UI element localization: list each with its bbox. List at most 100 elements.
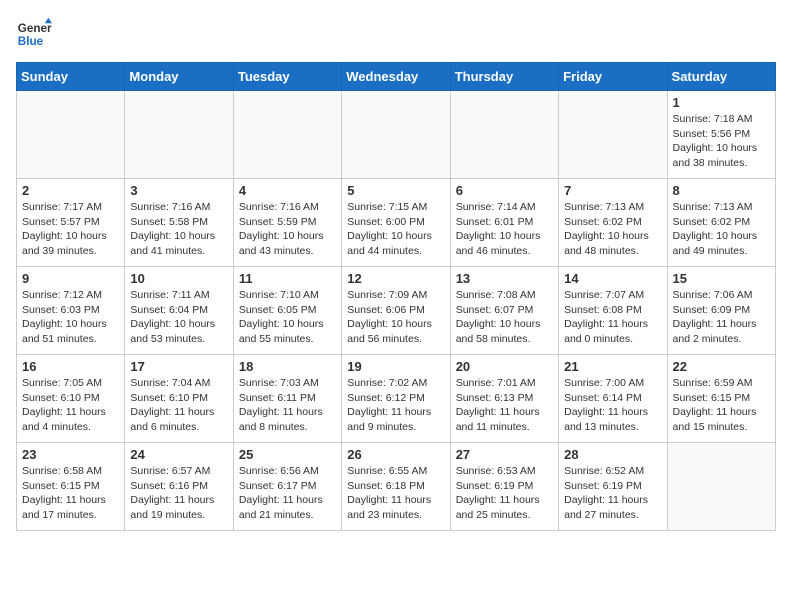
calendar-cell: 10 Sunrise: 7:11 AM Sunset: 6:04 PM Dayli… — [125, 267, 233, 355]
calendar-cell: 8 Sunrise: 7:13 AM Sunset: 6:02 PM Daylig… — [667, 179, 775, 267]
calendar-cell — [667, 443, 775, 531]
calendar-cell: 12 Sunrise: 7:09 AM Sunset: 6:06 PM Dayli… — [342, 267, 450, 355]
day-number: 14 — [564, 271, 661, 286]
day-info: Sunrise: 6:58 AM Sunset: 6:15 PM Dayligh… — [22, 464, 119, 523]
day-number: 13 — [456, 271, 553, 286]
weekday-header-tuesday: Tuesday — [233, 63, 341, 91]
logo-icon: General Blue — [16, 16, 52, 52]
svg-text:General: General — [18, 22, 52, 35]
calendar-cell: 28Sunrise: 6:52 AM Sunset: 6:19 PM Dayli… — [559, 443, 667, 531]
day-info: Sunrise: 6:55 AM Sunset: 6:18 PM Dayligh… — [347, 464, 444, 523]
header: General Blue — [16, 16, 776, 52]
calendar-cell: 1Sunrise: 7:18 AM Sunset: 5:56 PM Daylig… — [667, 91, 775, 179]
calendar-cell: 18 Sunrise: 7:03 AM Sunset: 6:11 PM Dayli… — [233, 355, 341, 443]
day-info: Sunrise: 7:00 AM Sunset: 6:14 PM Dayligh… — [564, 376, 661, 435]
day-info: Sunrise: 7:10 AM Sunset: 6:05 PM Dayligh… — [239, 288, 336, 347]
day-info: Sunrise: 7:05 AM Sunset: 6:10 PM Dayligh… — [22, 376, 119, 435]
day-number: 5 — [347, 183, 444, 198]
day-info: Sunrise: 6:57 AM Sunset: 6:16 PM Dayligh… — [130, 464, 227, 523]
day-number: 28 — [564, 447, 661, 462]
calendar-cell: 26 Sunrise: 6:55 AM Sunset: 6:18 PM Dayli… — [342, 443, 450, 531]
day-number: 24 — [130, 447, 227, 462]
day-number: 21 — [564, 359, 661, 374]
calendar-cell: 13 Sunrise: 7:08 AM Sunset: 6:07 PM Dayli… — [450, 267, 558, 355]
week-row-5: 23 Sunrise: 6:58 AM Sunset: 6:15 PM Dayli… — [17, 443, 776, 531]
day-number: 19 — [347, 359, 444, 374]
day-info: Sunrise: 7:16 AM Sunset: 5:58 PM Dayligh… — [130, 200, 227, 259]
day-number: 26 — [347, 447, 444, 462]
calendar-cell: 2 Sunrise: 7:17 AM Sunset: 5:57 PM Daylig… — [17, 179, 125, 267]
day-number: 10 — [130, 271, 227, 286]
calendar-cell — [342, 91, 450, 179]
weekday-header-wednesday: Wednesday — [342, 63, 450, 91]
weekday-header-row: SundayMondayTuesdayWednesdayThursdayFrid… — [17, 63, 776, 91]
day-info: Sunrise: 7:02 AM Sunset: 6:12 PM Dayligh… — [347, 376, 444, 435]
calendar-cell: 9 Sunrise: 7:12 AM Sunset: 6:03 PM Daylig… — [17, 267, 125, 355]
day-number: 3 — [130, 183, 227, 198]
calendar-cell: 25 Sunrise: 6:56 AM Sunset: 6:17 PM Dayli… — [233, 443, 341, 531]
calendar-cell: 7Sunrise: 7:13 AM Sunset: 6:02 PM Daylig… — [559, 179, 667, 267]
day-number: 8 — [673, 183, 770, 198]
day-number: 9 — [22, 271, 119, 286]
calendar-cell: 17 Sunrise: 7:04 AM Sunset: 6:10 PM Dayli… — [125, 355, 233, 443]
calendar-cell: 24 Sunrise: 6:57 AM Sunset: 6:16 PM Dayli… — [125, 443, 233, 531]
logo: General Blue — [16, 16, 52, 52]
calendar-cell — [559, 91, 667, 179]
calendar-cell — [233, 91, 341, 179]
day-info: Sunrise: 7:04 AM Sunset: 6:10 PM Dayligh… — [130, 376, 227, 435]
calendar-cell: 6 Sunrise: 7:14 AM Sunset: 6:01 PM Daylig… — [450, 179, 558, 267]
calendar-cell: 15Sunrise: 7:06 AM Sunset: 6:09 PM Dayli… — [667, 267, 775, 355]
day-number: 11 — [239, 271, 336, 286]
calendar-cell: 23 Sunrise: 6:58 AM Sunset: 6:15 PM Dayli… — [17, 443, 125, 531]
weekday-header-friday: Friday — [559, 63, 667, 91]
calendar-cell: 20Sunrise: 7:01 AM Sunset: 6:13 PM Dayli… — [450, 355, 558, 443]
calendar-cell — [125, 91, 233, 179]
calendar-cell: 22Sunrise: 6:59 AM Sunset: 6:15 PM Dayli… — [667, 355, 775, 443]
day-number: 7 — [564, 183, 661, 198]
day-info: Sunrise: 7:17 AM Sunset: 5:57 PM Dayligh… — [22, 200, 119, 259]
calendar-cell — [450, 91, 558, 179]
day-number: 25 — [239, 447, 336, 462]
day-info: Sunrise: 6:53 AM Sunset: 6:19 PM Dayligh… — [456, 464, 553, 523]
day-info: Sunrise: 7:12 AM Sunset: 6:03 PM Dayligh… — [22, 288, 119, 347]
day-number: 2 — [22, 183, 119, 198]
day-info: Sunrise: 7:13 AM Sunset: 6:02 PM Dayligh… — [673, 200, 770, 259]
day-info: Sunrise: 7:11 AM Sunset: 6:04 PM Dayligh… — [130, 288, 227, 347]
calendar-cell: 4 Sunrise: 7:16 AM Sunset: 5:59 PM Daylig… — [233, 179, 341, 267]
calendar-cell: 3 Sunrise: 7:16 AM Sunset: 5:58 PM Daylig… — [125, 179, 233, 267]
weekday-header-thursday: Thursday — [450, 63, 558, 91]
day-info: Sunrise: 6:56 AM Sunset: 6:17 PM Dayligh… — [239, 464, 336, 523]
calendar-cell: 27 Sunrise: 6:53 AM Sunset: 6:19 PM Dayli… — [450, 443, 558, 531]
day-number: 20 — [456, 359, 553, 374]
day-info: Sunrise: 7:14 AM Sunset: 6:01 PM Dayligh… — [456, 200, 553, 259]
calendar-cell: 11 Sunrise: 7:10 AM Sunset: 6:05 PM Dayli… — [233, 267, 341, 355]
week-row-1: 1Sunrise: 7:18 AM Sunset: 5:56 PM Daylig… — [17, 91, 776, 179]
calendar-cell: 5Sunrise: 7:15 AM Sunset: 6:00 PM Daylig… — [342, 179, 450, 267]
weekday-header-saturday: Saturday — [667, 63, 775, 91]
day-info: Sunrise: 7:09 AM Sunset: 6:06 PM Dayligh… — [347, 288, 444, 347]
day-info: Sunrise: 7:03 AM Sunset: 6:11 PM Dayligh… — [239, 376, 336, 435]
day-number: 22 — [673, 359, 770, 374]
week-row-3: 9 Sunrise: 7:12 AM Sunset: 6:03 PM Daylig… — [17, 267, 776, 355]
week-row-2: 2 Sunrise: 7:17 AM Sunset: 5:57 PM Daylig… — [17, 179, 776, 267]
day-number: 18 — [239, 359, 336, 374]
svg-text:Blue: Blue — [18, 35, 44, 48]
weekday-header-monday: Monday — [125, 63, 233, 91]
calendar-cell: 14 Sunrise: 7:07 AM Sunset: 6:08 PM Dayli… — [559, 267, 667, 355]
weekday-header-sunday: Sunday — [17, 63, 125, 91]
day-number: 16 — [22, 359, 119, 374]
calendar-cell: 21 Sunrise: 7:00 AM Sunset: 6:14 PM Dayli… — [559, 355, 667, 443]
day-info: Sunrise: 7:16 AM Sunset: 5:59 PM Dayligh… — [239, 200, 336, 259]
day-number: 23 — [22, 447, 119, 462]
day-number: 17 — [130, 359, 227, 374]
day-number: 6 — [456, 183, 553, 198]
calendar-cell: 19 Sunrise: 7:02 AM Sunset: 6:12 PM Dayli… — [342, 355, 450, 443]
day-info: Sunrise: 7:07 AM Sunset: 6:08 PM Dayligh… — [564, 288, 661, 347]
day-number: 4 — [239, 183, 336, 198]
day-number: 12 — [347, 271, 444, 286]
day-info: Sunrise: 7:08 AM Sunset: 6:07 PM Dayligh… — [456, 288, 553, 347]
day-number: 1 — [673, 95, 770, 110]
day-number: 27 — [456, 447, 553, 462]
day-info: Sunrise: 7:06 AM Sunset: 6:09 PM Dayligh… — [673, 288, 770, 347]
calendar-cell: 16 Sunrise: 7:05 AM Sunset: 6:10 PM Dayli… — [17, 355, 125, 443]
